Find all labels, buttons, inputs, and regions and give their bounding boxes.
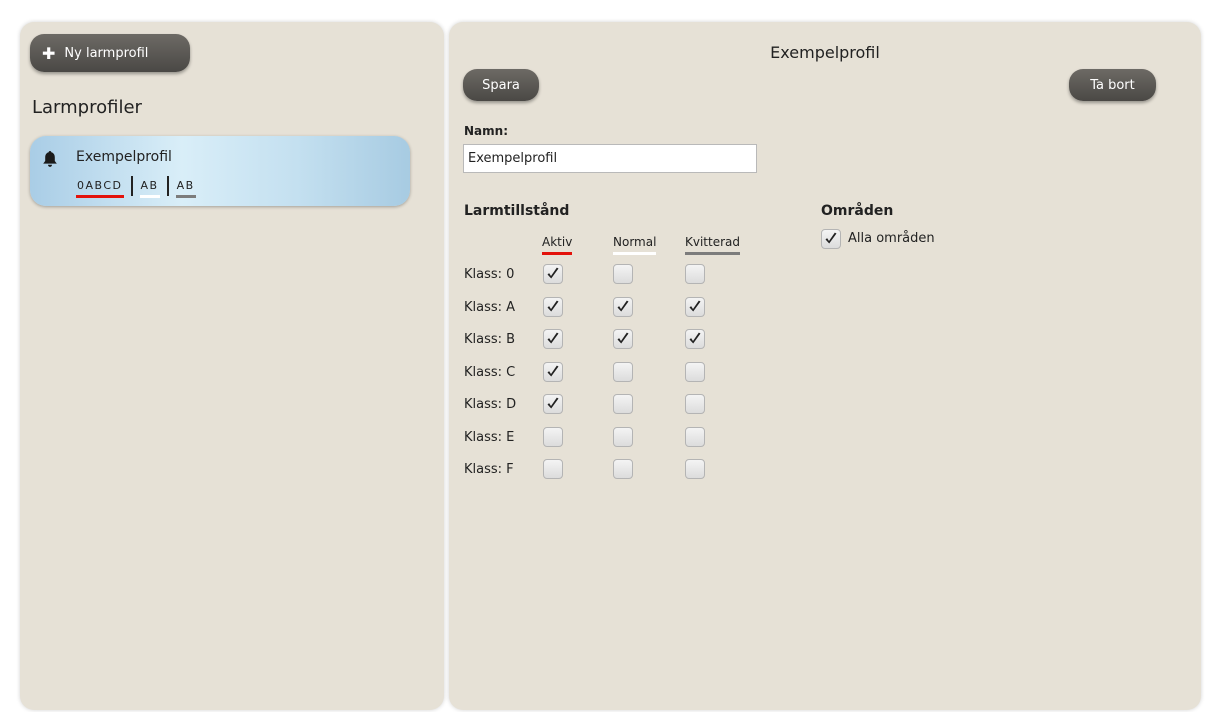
class-label: Klass: A xyxy=(464,300,516,315)
column-header-normal: Normal xyxy=(613,235,657,255)
column-header-active: Aktiv xyxy=(542,235,573,255)
class-active-checkbox[interactable] xyxy=(543,297,563,317)
checkmark-icon xyxy=(617,332,629,344)
checkmark-icon xyxy=(547,267,559,279)
class-normal-checkbox[interactable] xyxy=(613,459,633,479)
name-input[interactable] xyxy=(463,144,757,173)
class-active-checkbox[interactable] xyxy=(543,459,563,479)
checkmark-icon xyxy=(547,397,559,409)
class-normal-checkbox[interactable] xyxy=(613,264,633,284)
class-active-checkbox[interactable] xyxy=(543,362,563,382)
class-active-checkbox[interactable] xyxy=(543,427,563,447)
name-label: Namn: xyxy=(464,124,508,138)
tag-separator xyxy=(166,176,169,196)
delete-button[interactable]: Ta bort xyxy=(1069,69,1156,101)
profile-list-panel: ✚ Ny larmprofil Larmprofiler Exempelprof… xyxy=(20,22,444,710)
class-label: Klass: 0 xyxy=(464,267,515,282)
active-classes-tag: 0ABCD xyxy=(76,179,124,198)
bell-icon xyxy=(43,151,57,167)
checkmark-icon xyxy=(689,332,701,344)
class-acknowledged-checkbox[interactable] xyxy=(685,297,705,317)
class-normal-checkbox[interactable] xyxy=(613,329,633,349)
class-normal-checkbox[interactable] xyxy=(613,362,633,382)
class-acknowledged-checkbox[interactable] xyxy=(685,427,705,447)
acknowledged-classes-tag: AB xyxy=(175,179,196,198)
save-button[interactable]: Spara xyxy=(463,69,539,101)
class-label: Klass: B xyxy=(464,332,516,347)
plus-icon: ✚ xyxy=(42,43,56,63)
alarm-states-title: Larmtillstånd xyxy=(464,203,570,219)
profile-class-tags: 0ABCD AB AB xyxy=(76,176,196,198)
class-acknowledged-checkbox[interactable] xyxy=(685,329,705,349)
class-active-checkbox[interactable] xyxy=(543,394,563,414)
class-normal-checkbox[interactable] xyxy=(613,427,633,447)
normal-classes-tag: AB xyxy=(139,179,160,198)
class-acknowledged-checkbox[interactable] xyxy=(685,394,705,414)
checkmark-icon xyxy=(547,365,559,377)
checkmark-icon xyxy=(617,300,629,312)
class-normal-checkbox[interactable] xyxy=(613,394,633,414)
checkmark-icon xyxy=(689,300,701,312)
checkmark-icon xyxy=(547,300,559,312)
class-acknowledged-checkbox[interactable] xyxy=(685,459,705,479)
profile-name: Exempelprofil xyxy=(76,149,172,165)
tag-separator xyxy=(130,176,133,196)
class-label: Klass: D xyxy=(464,397,517,412)
class-acknowledged-checkbox[interactable] xyxy=(685,264,705,284)
areas-title: Områden xyxy=(821,203,894,219)
all-areas-label: Alla områden xyxy=(848,231,935,246)
class-label: Klass: E xyxy=(464,430,515,445)
column-header-acknowledged: Kvitterad xyxy=(685,235,741,255)
class-label: Klass: C xyxy=(464,365,516,380)
checkmark-icon xyxy=(825,232,837,244)
profile-list-item[interactable]: Exempelprofil 0ABCD AB AB xyxy=(30,136,410,206)
class-active-checkbox[interactable] xyxy=(543,329,563,349)
class-normal-checkbox[interactable] xyxy=(613,297,633,317)
checkmark-icon xyxy=(547,332,559,344)
class-acknowledged-checkbox[interactable] xyxy=(685,362,705,382)
detail-title: Exempelprofil xyxy=(770,43,880,62)
profile-list-title: Larmprofiler xyxy=(32,97,142,118)
new-profile-label: Ny larmprofil xyxy=(64,45,149,61)
new-profile-button[interactable]: ✚ Ny larmprofil xyxy=(30,34,190,72)
class-active-checkbox[interactable] xyxy=(543,264,563,284)
class-label: Klass: F xyxy=(464,462,514,477)
profile-detail-panel: Exempelprofil Spara Ta bort Namn: Larmti… xyxy=(449,22,1201,710)
all-areas-checkbox[interactable] xyxy=(821,229,841,249)
